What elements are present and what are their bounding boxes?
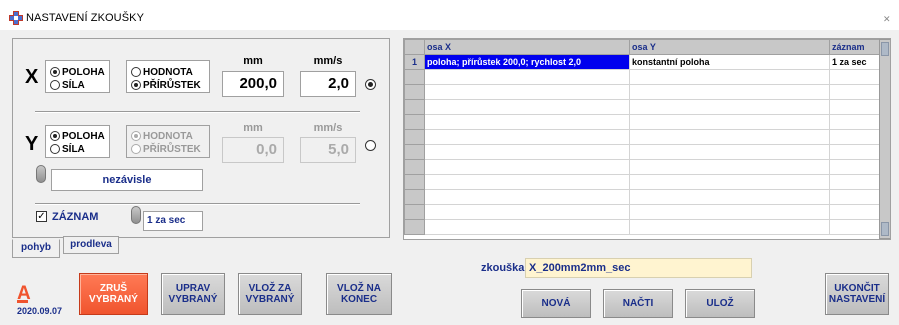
record-label: ZÁZNAM (52, 211, 99, 223)
y-mms-header: mm/s (313, 122, 343, 134)
column-header[interactable]: záznam (829, 39, 881, 55)
tab-pohyb[interactable]: pohyb (12, 239, 60, 258)
record-checkbox[interactable]: ✓ (36, 211, 47, 222)
load-button[interactable]: NAČTI (603, 289, 673, 318)
close-icon[interactable]: ✕ (883, 14, 891, 25)
y-type-group: HODNOTA PŘÍRŮSTEK (126, 125, 210, 158)
new-button[interactable]: NOVÁ (521, 289, 591, 318)
y-mm-header: mm (243, 122, 263, 134)
y-mm-value[interactable]: 0,0 (222, 137, 284, 163)
x-type-group: HODNOTA PŘÍRŮSTEK (126, 60, 210, 93)
app-icon (9, 11, 23, 25)
table-row[interactable] (404, 129, 881, 145)
delete-selected-button[interactable]: ZRUŠ VYBRANÝ (79, 273, 148, 315)
finish-setup-button[interactable]: UKONČIT NASTAVENÍ (825, 273, 889, 315)
x-mode-sila[interactable]: SÍLA (50, 79, 109, 91)
y-select-radio[interactable] (365, 140, 376, 151)
y-mode-sila[interactable]: SÍLA (50, 143, 109, 155)
table-row[interactable] (404, 144, 881, 160)
version-date: 2020.09.07 (17, 306, 63, 316)
x-type-prirustek[interactable]: PŘÍRŮSTEK (131, 79, 209, 91)
table-row[interactable] (404, 204, 881, 220)
x-mms-value[interactable]: 2,0 (300, 71, 356, 97)
table-header: osa Xosa Yzáznam (404, 39, 881, 55)
x-type-hodnota[interactable]: HODNOTA (131, 66, 209, 78)
insert-after-selected-button[interactable]: VLOŽ ZA VYBRANÝ (238, 273, 302, 315)
table-row[interactable] (404, 84, 881, 100)
y-type-prirustek[interactable]: PŘÍRŮSTEK (131, 143, 209, 155)
cell-record[interactable]: 1 za sec (829, 54, 881, 70)
y-mode-poloha[interactable]: POLOHA (50, 130, 109, 142)
y-mms-value[interactable]: 5,0 (300, 137, 356, 163)
edit-selected-button[interactable]: UPRAV VYBRANÝ (161, 273, 225, 315)
record-interval-spinner[interactable] (131, 206, 141, 224)
y-axis-label: Y (25, 133, 39, 155)
x-mm-value[interactable]: 200,0 (222, 71, 284, 97)
table-row[interactable] (404, 99, 881, 115)
scroll-down-icon[interactable] (881, 222, 889, 236)
x-mode-group: POLOHA SÍLA (45, 60, 110, 93)
x-mms-header: mm/s (313, 55, 343, 67)
test-name-label: zkouška (481, 262, 525, 274)
program-table[interactable]: osa Xosa Yzáznam 1 poloha; přírůstek 200,0… (403, 38, 891, 240)
table-row[interactable] (404, 219, 881, 235)
table-row[interactable] (404, 69, 881, 85)
table-row[interactable] (404, 159, 881, 175)
append-button[interactable]: VLOŽ NA KONEC (326, 273, 392, 315)
dependency-field[interactable]: nezávisle (51, 169, 203, 191)
x-select-radio[interactable] (365, 79, 376, 90)
row-number[interactable]: 1 (404, 54, 425, 70)
x-axis-label: X (25, 66, 39, 88)
window-title: NASTAVENÍ ZKOUŠKY (26, 12, 145, 24)
y-mode-group: POLOHA SÍLA (45, 125, 110, 158)
cell-x[interactable]: poloha; přírůstek 200,0; rychlost 2,0 (424, 54, 630, 70)
column-header[interactable]: osa Y (629, 39, 830, 55)
save-button[interactable]: ULOŽ (685, 289, 755, 318)
tab-prodleva[interactable]: prodleva (63, 236, 119, 254)
table-row[interactable] (404, 114, 881, 130)
test-name-field[interactable]: X_200mm2mm_sec (525, 258, 752, 278)
table-row[interactable]: 1 poloha; přírůstek 200,0; rychlost 2,0 ko… (404, 54, 881, 70)
divider (35, 111, 360, 113)
divider (35, 203, 360, 205)
x-mode-poloha[interactable]: POLOHA (50, 66, 109, 78)
record-interval-field[interactable]: 1 za sec (143, 211, 203, 231)
column-header[interactable]: osa X (424, 39, 630, 55)
cell-y[interactable]: konstantní poloha (629, 54, 830, 70)
table-row[interactable] (404, 189, 881, 205)
table-scrollbar[interactable] (879, 39, 890, 239)
dependency-spinner[interactable] (36, 165, 46, 183)
y-type-hodnota[interactable]: HODNOTA (131, 130, 209, 142)
x-mm-header: mm (243, 55, 263, 67)
scroll-up-icon[interactable] (881, 42, 889, 56)
table-row[interactable] (404, 174, 881, 190)
logo-bar (17, 300, 28, 303)
